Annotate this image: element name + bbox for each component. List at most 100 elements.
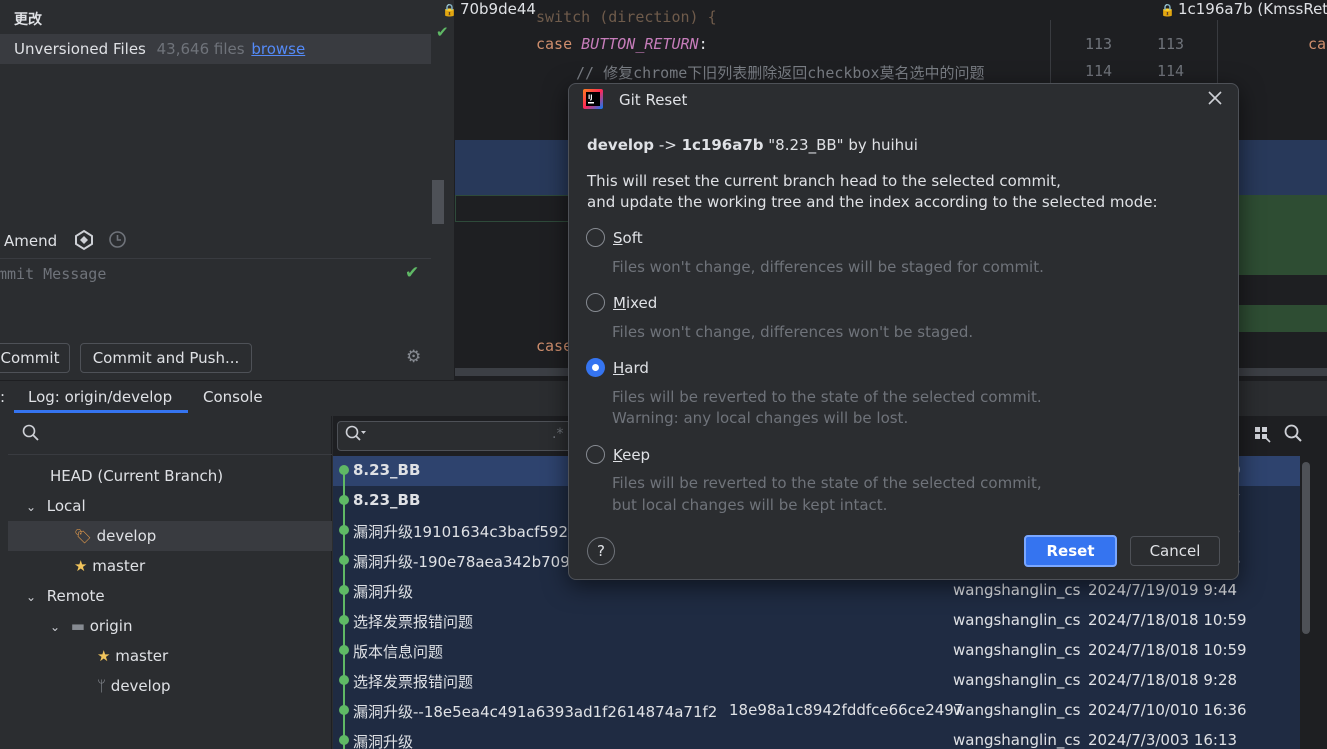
tree-label: Remote (46, 587, 105, 605)
radio-soft[interactable] (586, 228, 605, 247)
commit-subject: 漏洞升级19101634c3bacf5924 (353, 523, 578, 541)
radio-keep-label[interactable]: Keep (613, 446, 650, 464)
graph-commit-dot (339, 495, 349, 505)
code-keyword: case (536, 337, 573, 355)
code-constant: BUTTON_RETURN (581, 35, 699, 53)
chevron-down-icon[interactable]: ⌄ (26, 500, 42, 514)
commit-date: 2024/7/19/019 9:44 (1088, 581, 1238, 599)
mnemonic: H (613, 359, 625, 377)
radio-soft-label[interactable]: Soft (613, 229, 643, 247)
radio-hard-hint: Files will be reverted to the state of t… (612, 388, 1042, 406)
radio-mixed-hint: Files won't change, differences won't be… (612, 323, 974, 341)
dialog-title: Git Reset (619, 91, 688, 109)
summary-commit-info: "8.23_BB" by huihui (763, 136, 918, 154)
tree-item-master-remote[interactable]: ★ master (97, 647, 168, 665)
branches-panel (0, 416, 332, 749)
summary-branch: develop (587, 136, 655, 154)
commit-subject-extra: 18e98a1c8942fddfce66ce2497 (729, 701, 964, 719)
graph-commit-dot (339, 465, 349, 475)
table-row[interactable]: 版本信息问题 wangshanglin_cs 2024/7/18/018 10:59 (333, 636, 1300, 666)
amend-checkbox-label[interactable]: Amend (4, 232, 57, 250)
diff-insert-block-right-2 (1238, 305, 1327, 332)
mnemonic: S (613, 229, 623, 247)
commit-date: 2024/7/18/018 10:59 (1088, 641, 1247, 659)
help-button[interactable]: ? (587, 537, 615, 565)
unversioned-files-row[interactable]: Unversioned Files 43,646 files browse (0, 34, 431, 64)
tab-console[interactable]: Console (203, 388, 263, 406)
chevron-down-icon[interactable]: ⌄ (26, 590, 42, 604)
search-icon[interactable] (345, 425, 367, 447)
radio-mixed-label[interactable]: Mixed (613, 294, 657, 312)
radio-keep-hint: Files will be reverted to the state of t… (612, 474, 1042, 492)
reset-button[interactable]: Reset (1024, 535, 1117, 567)
summary-arrow: -> (654, 136, 682, 154)
tree-label: origin (89, 617, 133, 635)
table-row[interactable]: 选择发票报错问题 wangshanglin_cs 2024/7/18/018 9:2… (333, 666, 1300, 696)
commit-and-push-button[interactable]: Commit and Push... (80, 343, 252, 373)
view-options-icon[interactable] (1254, 426, 1271, 448)
code-line: case BUTTON_RETURN: (536, 35, 708, 53)
graph-commit-dot (339, 735, 349, 745)
label-rest: ixed (625, 294, 658, 312)
label-rest: oft (622, 229, 643, 247)
log-search-input[interactable] (337, 421, 573, 451)
commit-date: 2024/7/18/018 9:28 (1088, 671, 1238, 689)
reset-summary: develop -> 1c196a7b "8.23_BB" by huihui (587, 136, 918, 154)
commit-button[interactable]: Commit (0, 343, 70, 373)
cancel-button[interactable]: Cancel (1130, 536, 1220, 566)
radio-hard-warning: Warning: any local changes will be lost. (612, 409, 909, 427)
tree-item-develop-local[interactable]: 🏷 develop (74, 527, 156, 545)
star-icon: ★ (97, 647, 111, 665)
diff-splitter-handle[interactable] (432, 180, 444, 224)
table-row[interactable]: 漏洞升级 wangshanglin_cs 2024/7/19/019 9:44 (333, 576, 1300, 606)
label-rest: ard (624, 359, 649, 377)
radio-keep[interactable] (586, 445, 605, 464)
tree-item-remote[interactable]: ⌄ Remote (26, 587, 105, 605)
commit-subject: 版本信息问题 (353, 643, 444, 661)
commit-history-clock-icon[interactable] (108, 230, 128, 250)
radio-mixed[interactable] (586, 293, 605, 312)
graph-commit-dot (339, 525, 349, 535)
table-row[interactable]: 选择发票报错问题 wangshanglin_cs 2024/7/18/018 10:… (333, 606, 1300, 636)
code-keyword: case (536, 35, 573, 53)
diff-insert-block-right (1238, 195, 1327, 275)
radio-hard-label[interactable]: Hard (613, 359, 649, 377)
table-row[interactable]: 漏洞升级--18e5ea4c491a6393ad1f2614874a71f2 18… (333, 696, 1300, 726)
tree-item-master-local[interactable]: ★ master (74, 557, 145, 575)
search-icon[interactable] (1284, 424, 1302, 447)
commit-checks-ok-icon: ✔ (405, 263, 420, 283)
regex-toggle[interactable]: .* (552, 426, 563, 442)
star-icon: ★ (74, 557, 88, 575)
ai-commit-icon[interactable] (73, 229, 95, 251)
intellij-logo-icon: IJ (583, 89, 603, 109)
gear-icon[interactable]: ⚙ (406, 347, 421, 367)
tab-log[interactable]: Log: origin/develop (28, 388, 172, 406)
graph-commit-dot (339, 585, 349, 595)
unversioned-label: Unversioned Files (14, 40, 146, 58)
radio-hard[interactable] (586, 358, 605, 377)
tree-item-local[interactable]: ⌄ Local (26, 497, 86, 515)
chevron-down-icon[interactable]: ⌄ (50, 620, 66, 634)
table-row[interactable]: 漏洞升级 wangshanglin_cs 2024/7/3/003 16:13 (333, 726, 1300, 749)
commit-message-area[interactable]: mmit Message (0, 258, 431, 338)
checkmark-icon: ✔ (436, 23, 449, 41)
tree-item-develop-remote[interactable]: ᛘ develop (97, 677, 171, 695)
lock-icon: 🔒 (442, 3, 457, 17)
search-icon[interactable] (22, 424, 39, 446)
commit-author: wangshanglin_cs (953, 641, 1081, 659)
browse-link[interactable]: browse (251, 40, 305, 58)
close-icon[interactable] (1208, 88, 1222, 110)
code-keyword-right: ca (1308, 35, 1327, 53)
radio-keep-hint-2: but local changes will be kept intact. (612, 496, 888, 514)
tag-icon: 🏷 (74, 529, 92, 545)
dialog-description: This will reset the current branch head … (587, 172, 1061, 190)
tree-item-head[interactable]: HEAD (Current Branch) (50, 467, 223, 485)
log-scrollbar-thumb[interactable] (1302, 462, 1310, 634)
commit-message-placeholder: mmit Message (0, 265, 107, 283)
svg-text:IJ: IJ (588, 94, 592, 101)
changes-header: 更改 (14, 12, 42, 28)
commit-subject: 漏洞升级-190e78aea342b7093 (353, 553, 580, 571)
commit-subject: 选择发票报错问题 (353, 613, 474, 631)
graph-commit-dot (339, 615, 349, 625)
tree-item-origin[interactable]: ⌄ ▬ origin (50, 617, 132, 635)
